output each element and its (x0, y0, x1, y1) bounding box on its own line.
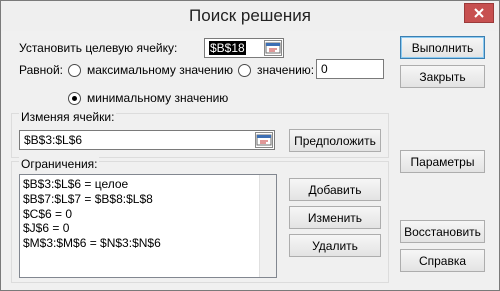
constraints-scrollbar[interactable] (259, 175, 276, 277)
guess-button[interactable]: Предположить (289, 129, 381, 152)
constraints-label: Ограничения: (19, 157, 100, 171)
min-radio-label[interactable]: минимальному значению (87, 91, 228, 105)
options-button[interactable]: Параметры (400, 150, 485, 173)
changing-cells-collapse-button[interactable] (255, 132, 273, 148)
solve-button[interactable]: Выполнить (400, 36, 485, 59)
constraint-item[interactable]: $B$3:$L$6 = целое (23, 177, 273, 192)
range-select-icon (256, 134, 272, 146)
constraint-item[interactable]: $J$6 = 0 (23, 221, 273, 236)
equal-to-label: Равной: (19, 63, 63, 77)
change-constraint-button[interactable]: Изменить (289, 206, 381, 229)
help-button[interactable]: Справка (400, 249, 485, 272)
range-select-icon (265, 42, 281, 54)
constraint-item[interactable]: $M$3:$M$6 = $N$3:$N$6 (23, 236, 273, 251)
constraint-item[interactable]: $C$6 = 0 (23, 207, 273, 222)
value-radio-label[interactable]: значению: (257, 63, 314, 77)
min-radio[interactable] (68, 92, 81, 105)
target-cell-label-text: Установить целевую ячейку: (19, 41, 178, 55)
changing-cells-input[interactable]: $B$3:$L$6 (19, 130, 275, 150)
delete-constraint-button[interactable]: Удалить (289, 234, 381, 257)
max-radio[interactable] (68, 64, 81, 77)
constraints-list[interactable]: $B$3:$L$6 = целое $B$7:$L$7 = $B$8:$L$8 … (19, 174, 277, 278)
changing-cells-label: Изменяя ячейки: (19, 110, 117, 124)
reset-all-button[interactable]: Восстановить (400, 220, 485, 243)
title-bar[interactable]: Поиск решения (1, 1, 499, 31)
target-cell-value: $B$18 (209, 41, 246, 55)
value-radio[interactable] (238, 64, 251, 77)
max-radio-label[interactable]: максимальному значению (87, 63, 233, 77)
close-window-button[interactable] (464, 3, 494, 23)
add-constraint-button[interactable]: Добавить (289, 178, 381, 201)
constraint-item[interactable]: $B$7:$L$7 = $B$8:$L$8 (23, 192, 273, 207)
value-input[interactable]: 0 (316, 59, 384, 79)
close-button[interactable]: Закрыть (400, 65, 485, 88)
solver-dialog: Поиск решения У Установить целевую ячейк… (0, 0, 500, 291)
target-cell-collapse-button[interactable] (264, 40, 282, 56)
close-icon (474, 8, 484, 18)
dialog-title: Поиск решения (189, 6, 311, 25)
